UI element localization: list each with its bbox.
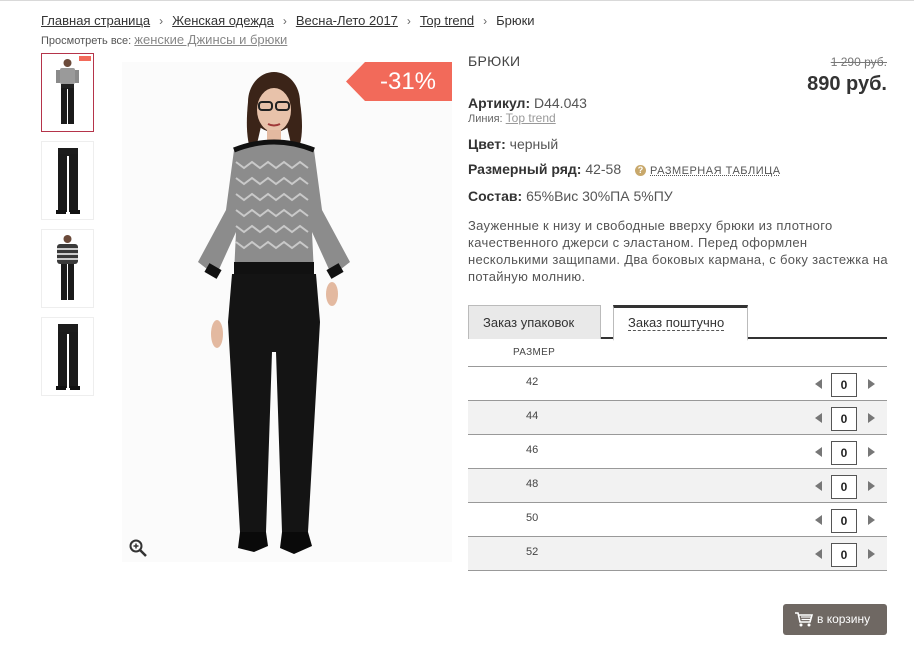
view-all-label: Просмотреть все: — [41, 35, 132, 47]
quantity-stepper — [815, 542, 875, 567]
table-row: 46 — [468, 435, 887, 469]
breadcrumb-separator: › — [159, 14, 164, 28]
size-value: 46 — [526, 444, 539, 456]
article-label: Артикул: — [468, 95, 531, 111]
article-value: D44.043 — [534, 95, 587, 111]
increment-arrow-icon[interactable] — [868, 413, 875, 423]
breadcrumb-spring-summer[interactable]: Весна-Лето 2017 — [296, 13, 398, 28]
composition-label: Состав: — [468, 188, 523, 204]
quantity-input[interactable] — [831, 543, 857, 567]
breadcrumb-home[interactable]: Главная страница — [41, 13, 150, 28]
thumbnail-3[interactable] — [41, 229, 94, 308]
view-all-row: Просмотреть все: женские Джинсы и брюки — [41, 32, 287, 47]
thumbnail-image-pants-front — [56, 148, 80, 214]
decrement-arrow-icon[interactable] — [815, 515, 822, 525]
thumbnail-image-pants-back — [56, 324, 80, 390]
size-value: 50 — [526, 512, 539, 524]
zoom-icon[interactable] — [128, 538, 148, 558]
color-label: Цвет: — [468, 136, 506, 152]
tab-package-order[interactable]: Заказ упаковок — [468, 305, 601, 339]
table-row: 42 — [468, 367, 887, 401]
table-row: 50 — [468, 503, 887, 537]
quantity-stepper — [815, 406, 875, 431]
cart-icon — [795, 612, 813, 627]
product-description: Зауженные к низу и свободные вверху брюк… — [468, 218, 888, 284]
model-illustration — [198, 72, 350, 554]
table-row: 48 — [468, 469, 887, 503]
product-title: БРЮКИ — [468, 53, 521, 69]
composition-value: 65%Вис 30%ПА 5%ПУ — [526, 188, 673, 204]
quantity-stepper — [815, 474, 875, 499]
tab-piece-order-label: Заказ поштучно — [628, 315, 725, 331]
increment-arrow-icon[interactable] — [868, 481, 875, 491]
decrement-arrow-icon[interactable] — [815, 447, 822, 457]
composition-row: Состав: 65%Вис 30%ПА 5%ПУ — [468, 188, 673, 204]
thumbnail-image-front — [56, 59, 79, 124]
size-value: 52 — [526, 546, 539, 558]
size-value: 44 — [526, 410, 539, 422]
add-to-cart-button[interactable]: в корзину — [783, 604, 887, 635]
table-row: 44 — [468, 401, 887, 435]
tab-package-order-label: Заказ упаковок — [483, 315, 575, 330]
quantity-stepper — [815, 440, 875, 465]
increment-arrow-icon[interactable] — [868, 549, 875, 559]
quantity-stepper — [815, 508, 875, 533]
color-value: черный — [509, 136, 559, 152]
size-range-value: 42-58 — [585, 161, 622, 177]
line-label: Линия: — [468, 113, 503, 125]
discount-badge: -31% — [346, 62, 452, 101]
size-value: 48 — [526, 478, 539, 490]
thumbnail-2[interactable] — [41, 141, 94, 220]
quantity-input[interactable] — [831, 441, 857, 465]
thumbnail-image-striped-top — [57, 235, 78, 300]
main-product-image[interactable] — [122, 62, 452, 562]
quantity-input[interactable] — [831, 373, 857, 397]
table-row: 52 — [468, 537, 887, 571]
order-tabs: Заказ упаковок Заказ поштучно — [468, 305, 887, 341]
size-column-header: РАЗМЕР — [513, 347, 556, 358]
size-table: 42 44 46 48 50 — [468, 367, 887, 571]
breadcrumb-separator: › — [406, 14, 411, 28]
thumbnail-list — [41, 53, 94, 405]
old-price: 1 290 руб. — [830, 55, 887, 69]
size-range-row: Размерный ряд: 42-58 ? РАЗМЕРНАЯ ТАБЛИЦА — [468, 161, 781, 177]
increment-arrow-icon[interactable] — [868, 515, 875, 525]
line-row: Линия: Top trend — [468, 111, 556, 125]
size-value: 42 — [526, 376, 539, 388]
breadcrumb-separator: › — [282, 14, 287, 28]
increment-arrow-icon[interactable] — [868, 447, 875, 457]
help-icon[interactable]: ? — [635, 165, 647, 176]
thumbnail-sale-badge — [79, 56, 91, 61]
quantity-stepper — [815, 372, 875, 397]
article-row: Артикул: D44.043 — [468, 95, 587, 111]
breadcrumb-womens-clothing[interactable]: Женская одежда — [172, 13, 274, 28]
view-all-link[interactable]: женские Джинсы и брюки — [134, 32, 287, 47]
decrement-arrow-icon[interactable] — [815, 379, 822, 389]
breadcrumb-top-trend[interactable]: Top trend — [420, 13, 474, 28]
add-to-cart-label: в корзину — [817, 612, 871, 626]
line-link[interactable]: Top trend — [506, 111, 556, 125]
thumbnail-4[interactable] — [41, 317, 94, 396]
quantity-input[interactable] — [831, 475, 857, 499]
decrement-arrow-icon[interactable] — [815, 481, 822, 491]
color-row: Цвет: черный — [468, 136, 558, 152]
thumbnail-1[interactable] — [41, 53, 94, 132]
decrement-arrow-icon[interactable] — [815, 413, 822, 423]
breadcrumb-current: Брюки — [496, 13, 535, 28]
breadcrumb: Главная страница › Женская одежда › Весна-Ле… — [41, 13, 535, 28]
size-table-header: РАЗМЕР — [468, 340, 887, 367]
quantity-input[interactable] — [831, 509, 857, 533]
top-divider — [0, 0, 914, 1]
discount-text: -31% — [379, 68, 437, 95]
tab-piece-order[interactable]: Заказ поштучно — [613, 305, 748, 341]
decrement-arrow-icon[interactable] — [815, 549, 822, 559]
breadcrumb-separator: › — [483, 14, 488, 28]
size-table-link[interactable]: РАЗМЕРНАЯ ТАБЛИЦА — [650, 165, 781, 177]
size-range-label: Размерный ряд: — [468, 161, 582, 177]
quantity-input[interactable] — [831, 407, 857, 431]
increment-arrow-icon[interactable] — [868, 379, 875, 389]
new-price: 890 руб. — [807, 73, 887, 95]
